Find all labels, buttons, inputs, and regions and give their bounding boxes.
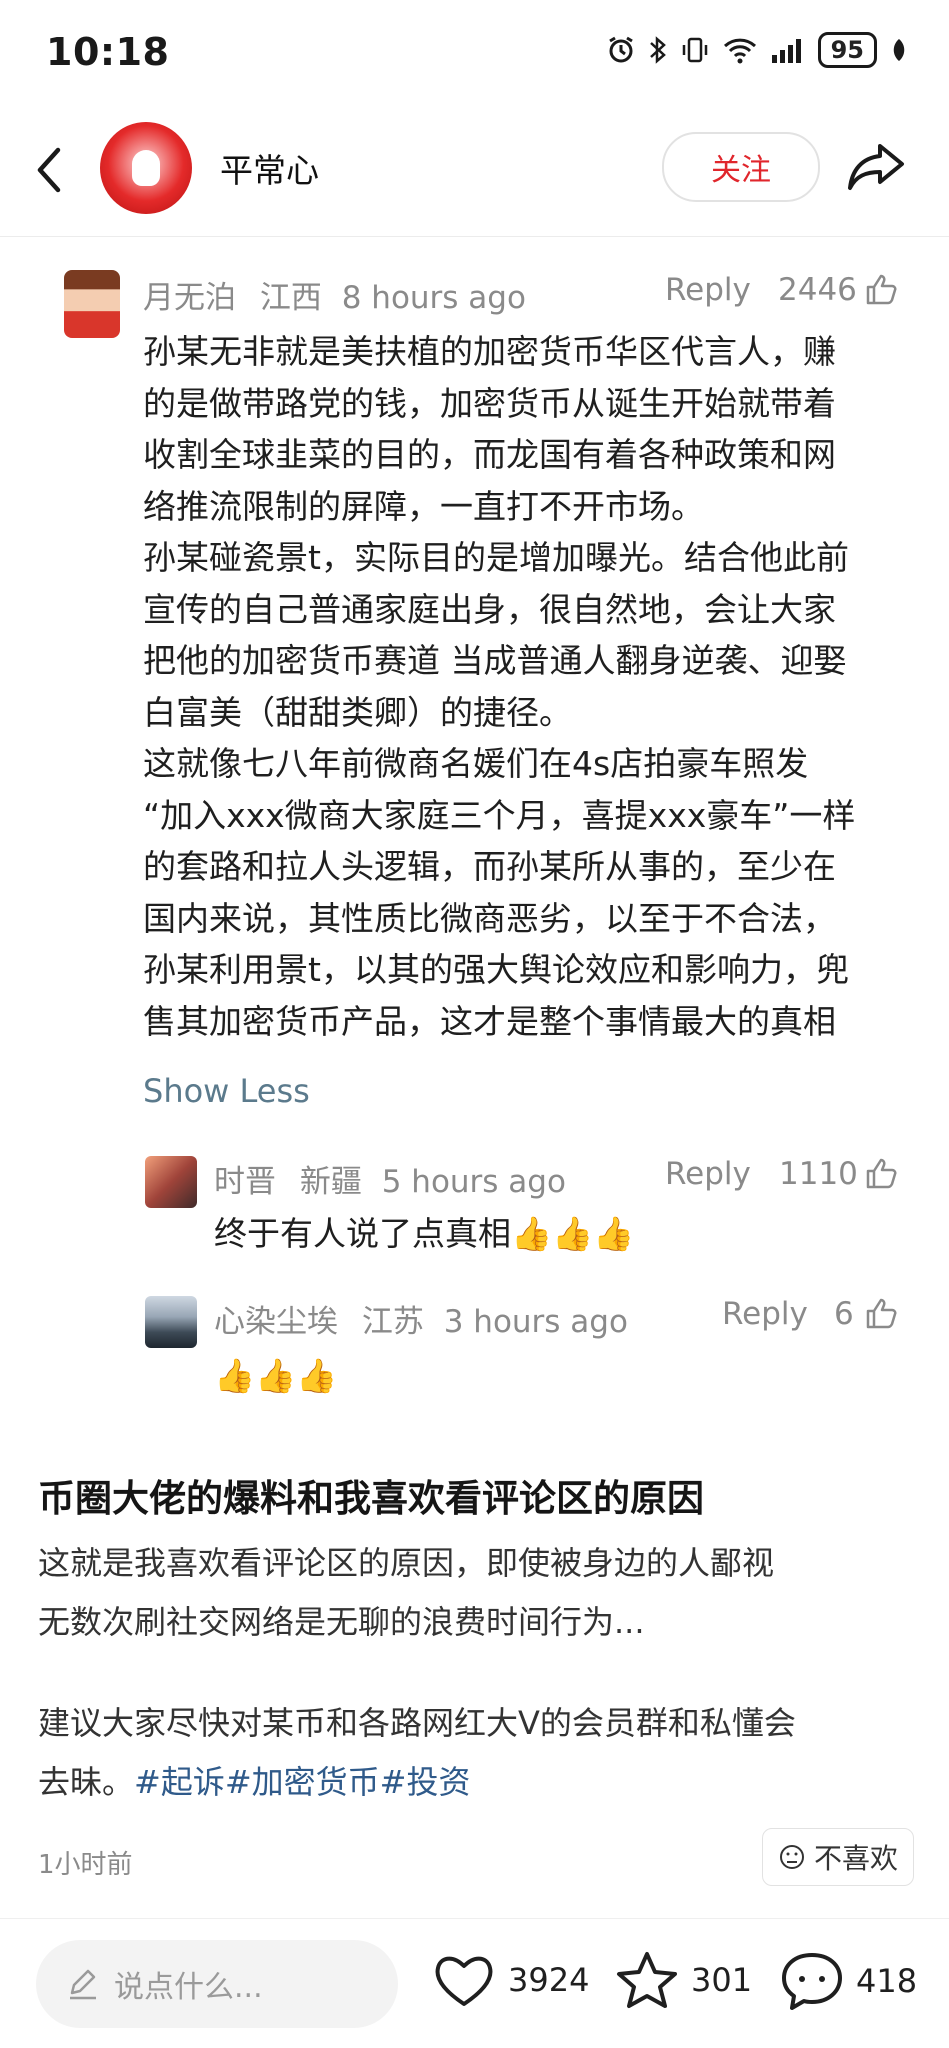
comment-line: 收割全球韭菜的目的，而龙国有着各种政策和网 — [143, 435, 836, 474]
header-divider — [0, 236, 949, 237]
pencil-icon — [70, 1969, 96, 2000]
commenter-region: 新疆 — [299, 1164, 362, 1200]
comment-body: 👍👍👍 — [214, 1356, 338, 1395]
bluetooth-icon — [649, 36, 666, 64]
comment-line: 的套路和拉人头逻辑，而孙某所从事的，至少在 — [143, 847, 836, 886]
reply-button[interactable]: Reply — [722, 1296, 808, 1332]
comment-action[interactable]: 418 — [780, 1950, 917, 2012]
commenter-avatar[interactable] — [145, 1156, 197, 1208]
article-line: 这就是我喜欢看评论区的原因，即使被身边的人鄙视 — [38, 1544, 775, 1582]
commenter-region: 江西 — [259, 280, 322, 316]
comment-line: “加入xxx微商大家庭三个月，喜提xxx豪车”一样 — [143, 795, 856, 835]
article-line: 建议大家尽快对某币和各路网红大V的会员群和私懂会 — [38, 1704, 796, 1742]
status-icons: 95 — [606, 32, 909, 68]
hashtag-link[interactable]: #起诉 — [134, 1763, 225, 1801]
wifi-icon — [723, 38, 756, 64]
follow-button[interactable]: 关注 — [662, 132, 820, 202]
article-text: 去昧。 — [38, 1763, 135, 1801]
hashtag-link[interactable]: #投资 — [380, 1763, 471, 1801]
alarm-icon — [608, 36, 633, 63]
thumbs-up-icon[interactable] — [864, 1156, 898, 1190]
reply-button[interactable]: Reply — [665, 1156, 751, 1192]
comment-line: 这就像七八年前微商名媛们在4s店拍豪车照发 — [143, 744, 809, 783]
comment-line: 孙某无非就是美扶植的加密货币华区代言人，赚 — [143, 332, 836, 371]
comment-line: 孙某碰瓷景t，实际目的是增加曝光。结合他此前 — [143, 538, 849, 577]
favorite-action[interactable]: 301 — [615, 1950, 752, 2010]
comment-line: 宣传的自己普通家庭出身，很自然地，会让大家 — [143, 589, 836, 629]
commenter-name[interactable]: 月无泊 — [143, 280, 236, 316]
comment-line: 络推流限制的屏障，一直打不开市场。 — [143, 486, 704, 526]
commenter-name[interactable]: 心染尘埃 — [214, 1304, 338, 1340]
comment-meta: 月无泊 江西 8 hours ago — [143, 272, 526, 317]
thumbs-up-icon[interactable] — [864, 272, 898, 306]
article-line: 无数次刷社交网络是无聊的浪费时间行为... — [38, 1603, 645, 1641]
frown-face-icon — [779, 1845, 804, 1869]
back-arrow-icon[interactable] — [30, 140, 70, 200]
comment-input-placeholder: 说点什么... — [114, 1970, 263, 2005]
like-count-total: 3924 — [508, 1961, 590, 1999]
commenter-avatar[interactable] — [145, 1296, 197, 1348]
commenter-name[interactable]: 时晋 — [214, 1164, 276, 1200]
article-title: 币圈大佬的爆料和我喜欢看评论区的原因 — [38, 1477, 704, 1520]
comment-line: 的是做带路党的钱，加密货币从诞生开始就带着 — [143, 383, 836, 423]
battery-indicator: 95 — [817, 32, 877, 68]
signal-icon — [771, 39, 801, 63]
reply-button[interactable]: Reply — [665, 272, 751, 308]
like-count: 6 — [834, 1296, 854, 1332]
dislike-button[interactable]: 不喜欢 — [762, 1828, 914, 1886]
commenter-region: 江苏 — [361, 1304, 424, 1340]
comment-bubble-icon — [782, 1953, 842, 2010]
comment-time: 3 hours ago — [443, 1304, 628, 1340]
dislike-label: 不喜欢 — [813, 1842, 898, 1875]
like-count: 1110 — [779, 1156, 858, 1192]
bottom-divider — [0, 1918, 949, 1919]
author-avatar[interactable] — [100, 122, 192, 214]
vibrate-icon — [682, 37, 707, 63]
like-action[interactable]: 3924 — [432, 1950, 589, 2010]
commenter-avatar[interactable] — [64, 270, 120, 338]
comment-meta: 心染尘埃 江苏 3 hours ago — [214, 1296, 628, 1341]
like-count: 2446 — [778, 272, 857, 308]
comment-line: 国内来说，其性质比微商恶劣，以至于不合法， — [143, 898, 836, 938]
status-time: 10:18 — [46, 30, 170, 74]
heart-icon — [435, 1956, 493, 2006]
author-name[interactable]: 平常心 — [220, 144, 319, 192]
thumbs-up-icon[interactable] — [864, 1296, 898, 1330]
comment-body: 孙某无非就是美扶植的加密货币华区代言人，赚 的是做带路党的钱，加密货币从诞生开始… — [143, 326, 923, 1047]
leaf-icon — [893, 39, 905, 61]
article-paragraph: 这就是我喜欢看评论区的原因，即使被身边的人鄙视 无数次刷社交网络是无聊的浪费时间… — [38, 1534, 918, 1652]
comment-meta: 时晋 新疆 5 hours ago — [214, 1156, 566, 1201]
share-icon[interactable] — [846, 140, 906, 192]
show-less-link[interactable]: Show Less — [143, 1072, 310, 1110]
article-line: 去昧。#起诉#加密货币#投资 — [38, 1753, 918, 1812]
comment-body: 终于有人说了点真相👍👍👍 — [214, 1214, 635, 1253]
comment-line: 白富美（甜甜类卿）的捷径。 — [143, 692, 572, 732]
star-icon — [617, 1952, 677, 2008]
comment-line: 孙某利用景t，以其的强大舆论效应和影响力，兜 — [143, 950, 849, 989]
comment-input[interactable]: 说点什么... — [36, 1940, 398, 2028]
comment-count: 418 — [856, 1962, 918, 2000]
comment-line: 把他的加密货币赛道 当成普通人翻身逆袭、迎娶 — [143, 641, 847, 680]
comment-line: 售其加密货币产品，这才是整个事情最大的真相 — [143, 1001, 836, 1041]
comment-time: 8 hours ago — [341, 280, 526, 316]
article-paragraph: 建议大家尽快对某币和各路网红大V的会员群和私懂会 去昧。#起诉#加密货币#投资 — [38, 1694, 918, 1812]
comment-time: 5 hours ago — [381, 1164, 566, 1200]
favorite-count: 301 — [691, 1961, 753, 1999]
post-time: 1小时前 — [38, 1850, 133, 1880]
hashtag-link[interactable]: #加密货币 — [225, 1763, 380, 1801]
